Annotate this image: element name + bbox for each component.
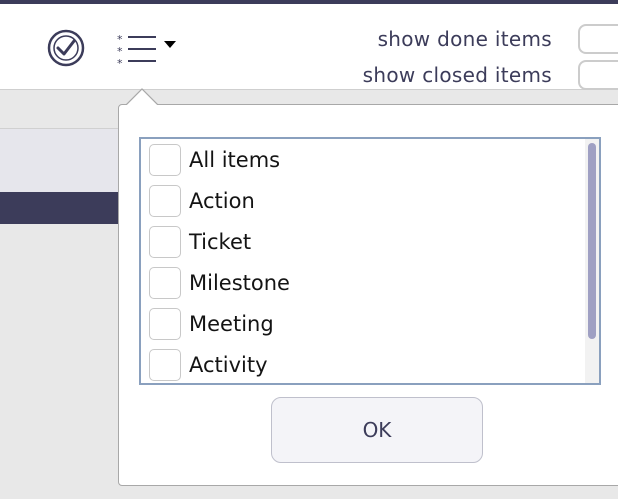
show-done-row: show done items <box>378 24 618 54</box>
item-type-list: All items Action Ticket Milestone Meetin… <box>141 139 583 383</box>
item-label: Ticket <box>189 229 252 254</box>
list-item[interactable]: Action <box>141 180 583 221</box>
list-item[interactable]: Activity <box>141 344 583 383</box>
item-label: Milestone <box>189 270 290 295</box>
item-checkbox[interactable] <box>149 266 181 299</box>
popup-pointer <box>126 88 158 105</box>
item-checkbox[interactable] <box>149 348 181 381</box>
list-item[interactable]: All items <box>141 139 583 180</box>
list-item[interactable]: Milestone <box>141 262 583 303</box>
svg-text:*: * <box>117 57 123 70</box>
item-label: All items <box>189 147 281 172</box>
listbox-scrollbar[interactable] <box>585 139 599 383</box>
show-done-toggle[interactable] <box>578 24 618 54</box>
item-checkbox[interactable] <box>149 307 181 340</box>
divider <box>0 128 130 129</box>
list-item[interactable]: Ticket <box>141 221 583 262</box>
scrollbar-thumb[interactable] <box>588 143 596 339</box>
show-closed-toggle[interactable] <box>578 60 618 90</box>
toolbar: * * * show done items show closed items <box>0 0 618 90</box>
item-type-filter-popup: All items Action Ticket Milestone Meetin… <box>118 104 618 486</box>
list-item[interactable]: Meeting <box>141 303 583 344</box>
item-label: Action <box>189 188 255 213</box>
background-panel <box>0 128 130 192</box>
item-label: Meeting <box>189 311 274 336</box>
list-filter-menu-button[interactable]: * * * <box>114 26 190 74</box>
item-checkbox[interactable] <box>149 225 181 258</box>
ok-button[interactable]: OK <box>271 397 483 463</box>
item-checkbox[interactable] <box>149 184 181 217</box>
caret-down-icon <box>164 41 176 48</box>
item-type-listbox[interactable]: All items Action Ticket Milestone Meetin… <box>139 137 601 385</box>
check-circle-icon[interactable] <box>46 28 86 68</box>
list-bullets-icon: * * * <box>117 33 156 70</box>
background-header-bar <box>0 192 130 224</box>
show-closed-label: show closed items <box>362 63 552 87</box>
show-done-label: show done items <box>377 27 552 51</box>
item-checkbox[interactable] <box>149 143 181 176</box>
item-label: Activity <box>189 352 268 377</box>
show-closed-row: show closed items <box>363 60 618 90</box>
